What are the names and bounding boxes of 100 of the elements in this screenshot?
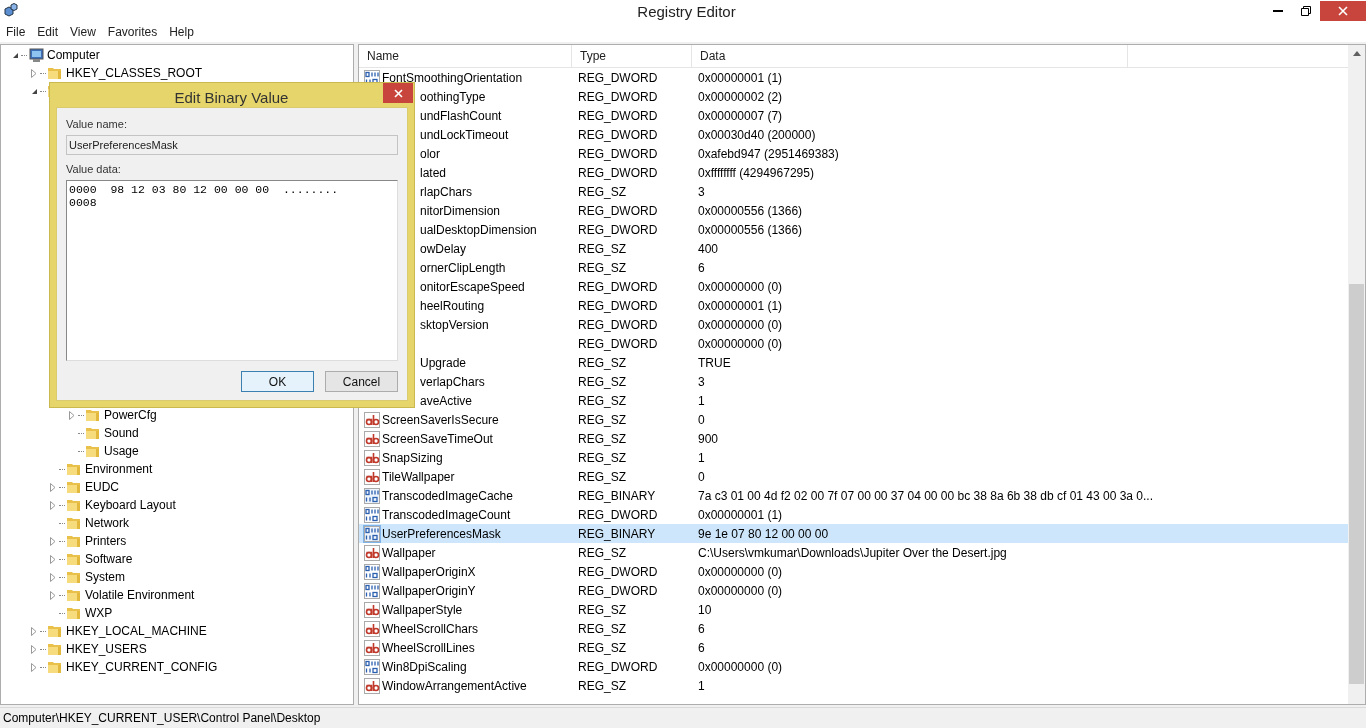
value-name: ScreenSaverIsSecure [381,412,499,427]
vertical-scrollbar[interactable] [1348,45,1365,704]
value-row[interactable]: TranscodedImageCache REG_BINARY 7a c3 01 00 4d f2 02 00 7f 07 00 00 37 04 00 00 bc 38 8a 6b 38 db cf 01 43 00 3a 0... [359,486,1348,505]
value-name: Wallpaper [381,545,436,560]
collapsed-arrow-icon[interactable] [50,572,56,582]
string-value-icon [364,639,380,656]
tree-item[interactable]: Keyboard Layout [82,498,179,512]
value-row[interactable]: TranscodedImageCount REG_DWORD 0x00000001 (1) [359,505,1348,524]
scroll-up-arrow-icon[interactable] [1352,51,1361,56]
value-row[interactable]: SnapSizing REG_SZ 1 [359,448,1348,467]
expanded-arrow-icon[interactable] [11,51,19,59]
collapsed-arrow-icon[interactable] [50,554,56,564]
value-type: REG_DWORD [578,222,659,237]
folder-icon [66,606,82,620]
column-header[interactable]: Data [692,45,1128,67]
tree-item[interactable]: HKEY_CLASSES_ROOT [63,66,206,80]
string-value-icon [364,620,380,637]
tree-item[interactable]: System [82,570,128,584]
binary-value-icon [364,487,380,504]
value-row[interactable]: WallpaperOriginY REG_DWORD 0x00000000 (0) [359,581,1348,600]
value-data: 6 [698,621,705,636]
menu-item[interactable]: View [64,25,102,39]
value-type: REG_BINARY [578,488,657,503]
tree-item[interactable]: Environment [82,462,156,476]
tree-item[interactable]: HKEY_USERS [63,642,150,656]
folder-icon [85,444,101,458]
tree-item[interactable]: Sound [101,426,142,440]
value-name: WallpaperOriginX [381,564,476,579]
value-row[interactable]: WindowArrangementActive REG_SZ 1 [359,676,1348,695]
collapsed-arrow-icon[interactable] [69,410,75,420]
menu-item[interactable]: Favorites [101,25,164,39]
value-type: REG_DWORD [578,89,659,104]
value-type: REG_DWORD [578,70,659,85]
value-type: REG_SZ [578,412,627,427]
value-row[interactable]: Win8DpiScaling REG_DWORD 0x00000000 (0) [359,657,1348,676]
column-header[interactable]: Type [572,45,692,67]
value-row[interactable]: WallpaperStyle REG_SZ 10 [359,600,1348,619]
tree-item[interactable]: Computer [44,48,103,62]
collapsed-arrow-icon[interactable] [31,662,37,672]
value-type: REG_DWORD [578,583,659,598]
collapsed-arrow-icon[interactable] [31,626,37,636]
value-data-field[interactable]: 0000 98 12 03 80 12 00 00 00 ........ 0008 [66,180,398,361]
value-row[interactable]: Wallpaper REG_SZ C:\Users\vmkumar\Downloads\Jupiter Over the Desert.jpg [359,543,1348,562]
value-data: 0x00000001 (1) [698,507,783,522]
value-type: REG_SZ [578,640,627,655]
value-row[interactable]: TileWallpaper REG_SZ 0 [359,467,1348,486]
dialog-button[interactable]: OK [241,371,314,392]
folder-icon [66,534,82,548]
tree-item[interactable]: WXP [82,606,116,620]
collapsed-arrow-icon[interactable] [50,590,56,600]
tree-item[interactable]: Volatile Environment [82,588,198,602]
expanded-arrow-icon[interactable] [30,87,38,95]
value-row[interactable]: WheelScrollLines REG_SZ 6 [359,638,1348,657]
value-row[interactable]: WheelScrollChars REG_SZ 6 [359,619,1348,638]
value-name: ScreenSaveTimeOut [381,431,493,446]
collapsed-arrow-icon[interactable] [50,482,56,492]
value-data: 900 [698,431,719,446]
tree-item[interactable]: Usage [101,444,142,458]
value-name: ornerClipLength [419,260,506,275]
value-name-field[interactable]: UserPreferencesMask [66,135,398,155]
value-data: C:\Users\vmkumar\Downloads\Jupiter Over the Desert.jpg [698,545,1007,560]
folder-icon [66,552,82,566]
binary-value-icon [364,563,380,580]
column-header[interactable]: Name [359,45,572,67]
collapsed-arrow-icon[interactable] [50,500,56,510]
status-bar-path: Computer\HKEY_CURRENT_USER\Control Panel\Desktop [0,707,1366,728]
tree-item[interactable]: Printers [82,534,130,548]
binary-value-icon [364,658,380,675]
collapsed-arrow-icon[interactable] [31,68,37,78]
tree-item[interactable]: Network [82,516,132,530]
value-data: 0x00000556 (1366) [698,222,803,237]
value-type: REG_SZ [578,469,627,484]
folder-icon [66,588,82,602]
value-data: 1 [698,393,705,408]
tree-item[interactable]: HKEY_LOCAL_MACHINE [63,624,210,638]
tree-item[interactable]: Software [82,552,136,566]
tree-item[interactable]: PowerCfg [101,408,160,422]
folder-icon [66,462,82,476]
value-name: lated [419,165,447,180]
folder-icon [66,516,82,530]
tree-item[interactable]: HKEY_CURRENT_CONFIG [63,660,221,674]
menu-item[interactable]: Edit [31,25,65,39]
value-row[interactable]: ScreenSaverIsSecure REG_SZ 0 [359,410,1348,429]
tree-item[interactable]: EUDC [82,480,122,494]
value-type: REG_SZ [578,184,627,199]
value-row[interactable]: WallpaperOriginX REG_DWORD 0x00000000 (0) [359,562,1348,581]
value-data: 0x00000556 (1366) [698,203,803,218]
value-name: heelRouting [419,298,485,313]
value-row[interactable]: UserPreferencesMask REG_BINARY 9e 1e 07 80 12 00 00 00 [359,524,1348,543]
menu-item[interactable]: Help [163,25,200,39]
collapsed-arrow-icon[interactable] [31,644,37,654]
collapsed-arrow-icon[interactable] [50,536,56,546]
dialog-close-button[interactable] [383,83,413,103]
value-data-label: Value data: [66,163,122,175]
value-name: WindowArrangementActive [381,678,527,693]
dialog-button[interactable]: Cancel [325,371,398,392]
value-row[interactable]: ScreenSaveTimeOut REG_SZ 900 [359,429,1348,448]
value-name: Win8DpiScaling [381,659,467,674]
string-value-icon [364,468,380,485]
menu-item[interactable]: File [0,25,32,39]
